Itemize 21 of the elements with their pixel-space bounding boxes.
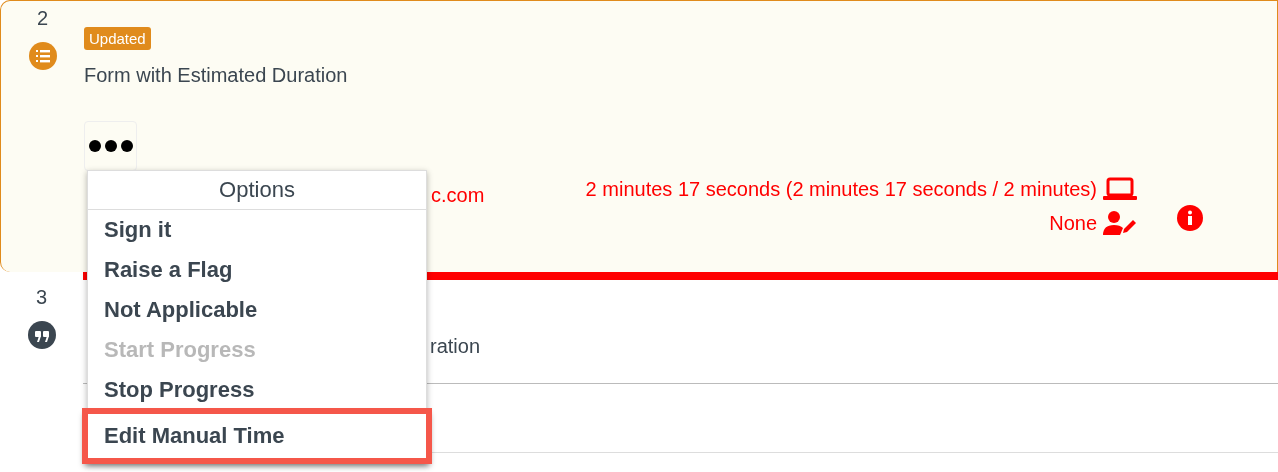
step-number: 2 <box>36 7 49 30</box>
menu-item[interactable]: Not Applicable <box>88 290 426 330</box>
menu-item[interactable]: Raise a Flag <box>88 250 426 290</box>
more-button[interactable] <box>84 121 137 171</box>
menu-item[interactable]: Stop Progress <box>88 370 426 410</box>
step-title: Form with Estimated Duration <box>84 64 348 87</box>
quote-icon <box>27 321 56 349</box>
user-edit-icon <box>1103 211 1137 235</box>
assignee-text: None <box>1049 211 1097 235</box>
duration-text: 2 minutes 17 seconds (2 minutes 17 seconds / 2 minutes) <box>585 177 1097 201</box>
laptop-icon <box>1103 177 1137 201</box>
list-icon <box>28 42 57 70</box>
info-icon <box>1177 205 1203 231</box>
more-icon <box>88 140 133 152</box>
email-text: c.com <box>431 184 485 207</box>
updated-badge: Updated <box>84 27 151 50</box>
step-title: ration <box>430 335 481 358</box>
menu-header: Options <box>88 171 426 210</box>
menu-item[interactable]: Edit Manual Time <box>84 410 430 462</box>
menu-item[interactable]: Sign it <box>88 210 426 250</box>
step-number: 3 <box>35 286 48 309</box>
